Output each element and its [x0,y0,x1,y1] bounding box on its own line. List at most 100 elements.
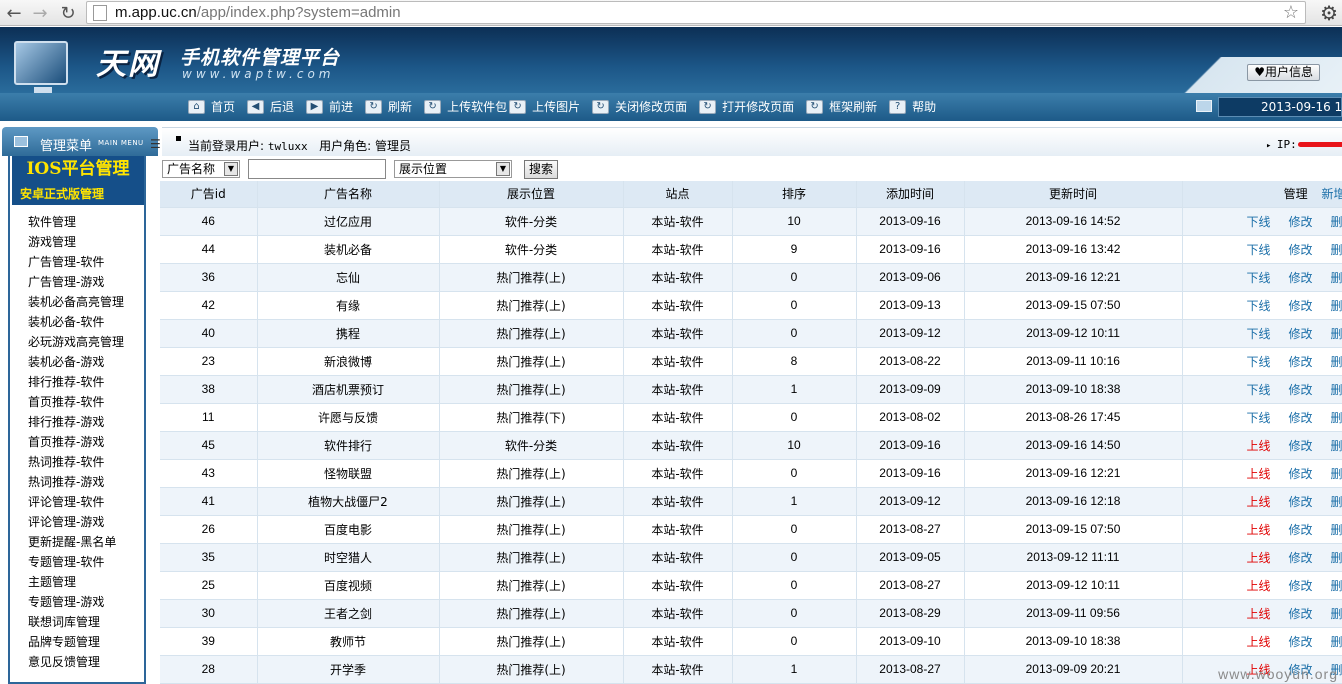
offline-link[interactable]: 下线 [1247,243,1271,257]
sidebar-item[interactable]: 评论管理-游戏 [28,512,124,532]
edit-link[interactable]: 修改 [1289,271,1313,285]
delete-link[interactable]: 删除 [1331,607,1342,621]
online-link[interactable]: 上线 [1247,551,1271,565]
offline-link[interactable]: 下线 [1247,271,1271,285]
sidebar-item[interactable]: 装机必备-软件 [28,312,124,332]
browser-forward-icon[interactable]: → [28,1,52,25]
toolbar-item-8[interactable]: ↻ 框架刷新 [806,98,877,115]
sidebar-item[interactable]: 评论管理-软件 [28,492,124,512]
datetime-display: 2013-09-16 18 [1218,97,1342,117]
position-select[interactable]: 展示位置 ▼ [394,160,512,178]
sidebar-item[interactable]: 广告管理-软件 [28,252,124,272]
delete-link[interactable]: 删除 [1331,551,1342,565]
sidebar-item[interactable]: 软件管理 [28,212,124,232]
edit-link[interactable]: 修改 [1289,467,1313,481]
search-button[interactable]: 搜索 [524,160,559,179]
sidebar-item[interactable]: 广告管理-游戏 [28,272,124,292]
delete-link[interactable]: 删除 [1331,355,1342,369]
sidebar-item[interactable]: 必玩游戏高亮管理 [28,332,124,352]
browser-back-icon[interactable]: ← [2,1,26,25]
delete-link[interactable]: 删除 [1331,635,1342,649]
search-input[interactable] [248,159,386,179]
online-link[interactable]: 上线 [1247,495,1271,509]
edit-link[interactable]: 修改 [1289,383,1313,397]
sidebar-item[interactable]: 热词推荐-软件 [28,452,124,472]
sidebar-item[interactable]: 热词推荐-游戏 [28,472,124,492]
sidebar-item[interactable]: 主题管理 [28,572,124,592]
offline-link[interactable]: 下线 [1247,411,1271,425]
browser-reload-icon[interactable]: ↻ [56,1,80,25]
sidebar-subtitle[interactable]: 安卓正式版管理 [12,183,144,205]
edit-link[interactable]: 修改 [1289,215,1313,229]
delete-link[interactable]: 删除 [1331,495,1342,509]
toolbar-item-4[interactable]: ↻ 上传软件包 [424,98,507,115]
edit-link[interactable]: 修改 [1289,635,1313,649]
address-bar[interactable]: m.app.uc.cn/app/index.php?system=admin ☆ [86,1,1306,24]
sidebar-item[interactable]: 品牌专题管理 [28,632,124,652]
sidebar-item[interactable]: 排行推荐-游戏 [28,412,124,432]
toolbar-item-1[interactable]: ◀ 后退 [247,98,294,115]
sidebar-item[interactable]: 游戏管理 [28,232,124,252]
sidebar-item[interactable]: 专题管理-游戏 [28,592,124,612]
toolbar-item-6[interactable]: ↻ 关闭修改页面 [592,98,687,115]
edit-link[interactable]: 修改 [1289,327,1313,341]
cell-added: 2013-08-29 [856,599,965,628]
toolbar-item-0[interactable]: ⌂ 首页 [188,98,235,115]
offline-link[interactable]: 下线 [1247,355,1271,369]
delete-link[interactable]: 删除 [1331,327,1342,341]
offline-link[interactable]: 下线 [1247,383,1271,397]
sidebar-item[interactable]: 首页推荐-软件 [28,392,124,412]
online-link[interactable]: 上线 [1247,467,1271,481]
edit-link[interactable]: 修改 [1289,579,1313,593]
offline-link[interactable]: 下线 [1247,327,1271,341]
add-button[interactable]: 新增 [1321,187,1342,201]
delete-link[interactable]: 删除 [1331,467,1342,481]
sidebar-item[interactable]: 联想词库管理 [28,612,124,632]
delete-link[interactable]: 删除 [1331,439,1342,453]
menu-toggle-icon[interactable]: ☰ [150,137,161,151]
delete-link[interactable]: 删除 [1331,299,1342,313]
edit-link[interactable]: 修改 [1289,243,1313,257]
cell-updated: 2013-09-12 10:11 [964,571,1183,600]
delete-link[interactable]: 删除 [1331,215,1342,229]
sidebar-item[interactable]: 专题管理-软件 [28,552,124,572]
browser-settings-gear-icon[interactable]: ⚙ [1320,1,1338,25]
sidebar-item[interactable]: 意见反馈管理 [28,652,124,672]
edit-link[interactable]: 修改 [1289,551,1313,565]
online-link[interactable]: 上线 [1247,607,1271,621]
bookmark-star-icon[interactable]: ☆ [1283,2,1299,23]
toolbar-item-label: 后退 [270,100,295,114]
user-info-button[interactable]: ♥用户信息 [1247,64,1320,81]
online-link[interactable]: 上线 [1247,635,1271,649]
delete-link[interactable]: 删除 [1331,383,1342,397]
delete-link[interactable]: 删除 [1331,243,1342,257]
toolbar-item-9[interactable]: ? 帮助 [889,98,936,115]
online-link[interactable]: 上线 [1247,523,1271,537]
edit-link[interactable]: 修改 [1289,439,1313,453]
toolbar-item-5[interactable]: ↻ 上传图片 [509,98,580,115]
toolbar-item-2[interactable]: ▶ 前进 [306,98,353,115]
edit-link[interactable]: 修改 [1289,299,1313,313]
field-select[interactable]: 广告名称 ▼ [162,160,240,178]
delete-link[interactable]: 删除 [1331,271,1342,285]
offline-link[interactable]: 下线 [1247,299,1271,313]
sidebar-item[interactable]: 装机必备高亮管理 [28,292,124,312]
offline-link[interactable]: 下线 [1247,215,1271,229]
edit-link[interactable]: 修改 [1289,523,1313,537]
edit-link[interactable]: 修改 [1289,355,1313,369]
online-link[interactable]: 上线 [1247,579,1271,593]
online-link[interactable]: 上线 [1247,439,1271,453]
sidebar-title[interactable]: IOS平台管理 [12,156,144,183]
delete-link[interactable]: 删除 [1331,411,1342,425]
delete-link[interactable]: 删除 [1331,523,1342,537]
sidebar-item[interactable]: 更新提醒-黑名单 [28,532,124,552]
edit-link[interactable]: 修改 [1289,495,1313,509]
sidebar-item[interactable]: 装机必备-游戏 [28,352,124,372]
sidebar-item[interactable]: 首页推荐-游戏 [28,432,124,452]
toolbar-item-7[interactable]: ↻ 打开修改页面 [699,98,794,115]
edit-link[interactable]: 修改 [1289,411,1313,425]
edit-link[interactable]: 修改 [1289,607,1313,621]
delete-link[interactable]: 删除 [1331,579,1342,593]
toolbar-item-3[interactable]: ↻ 刷新 [365,98,412,115]
sidebar-item[interactable]: 排行推荐-软件 [28,372,124,392]
